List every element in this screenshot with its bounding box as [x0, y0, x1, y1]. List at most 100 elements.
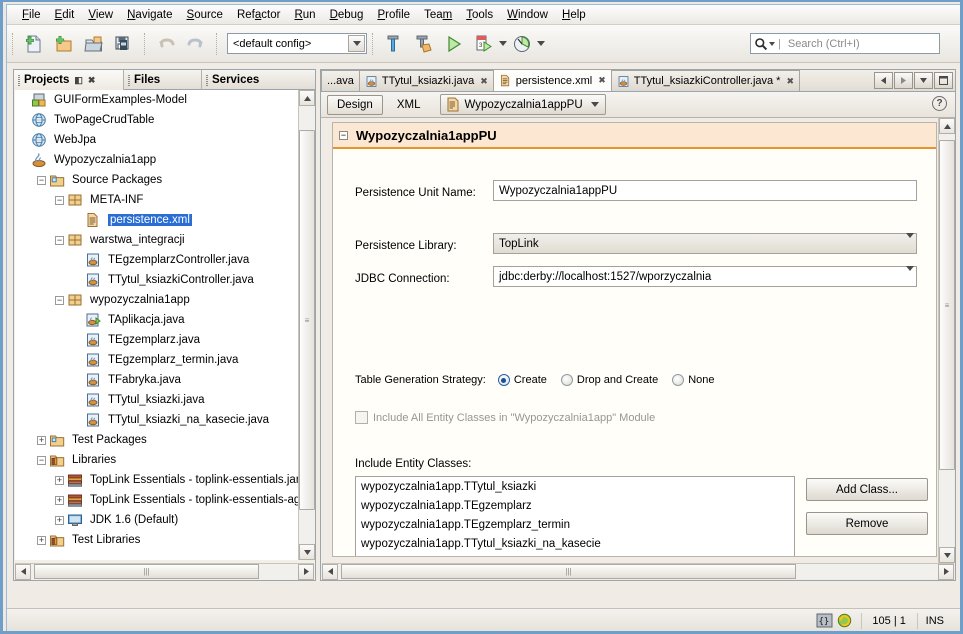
tree-node[interactable]: + Test Libraries	[15, 530, 298, 550]
tree-scroll-thumb[interactable]: ≡	[299, 130, 315, 510]
tree-node[interactable]: TFabryka.java	[15, 370, 298, 390]
menu-profile[interactable]: Profile	[370, 7, 417, 23]
scroll-up-button[interactable]	[939, 118, 955, 134]
config-combo[interactable]: <default config>	[227, 33, 367, 54]
search-input[interactable]: | Search (Ctrl+I)	[750, 33, 940, 54]
radio-drop-and-create[interactable]: Drop and Create	[560, 374, 658, 386]
xml-view-button[interactable]: XML	[387, 95, 431, 115]
redo-icon[interactable]	[182, 30, 210, 58]
menu-team[interactable]: Team	[417, 7, 459, 23]
tree-node[interactable]: + Test Packages	[15, 430, 298, 450]
expand-node-icon[interactable]: +	[55, 515, 64, 525]
menu-file[interactable]: File	[15, 7, 48, 23]
clean-build-icon[interactable]	[410, 30, 438, 58]
collapse-node-icon[interactable]: −	[55, 235, 64, 245]
collapse-node-icon[interactable]: −	[55, 195, 64, 205]
expand-node-icon[interactable]: +	[55, 475, 64, 485]
remove-button[interactable]: Remove	[806, 512, 928, 535]
brace-match-icon[interactable]: {}	[816, 613, 833, 629]
menu-source[interactable]: Source	[180, 7, 230, 23]
profile-dropdown[interactable]	[537, 41, 545, 46]
tree-node[interactable]: TEgzemplarz.java	[15, 330, 298, 350]
editor-hscrollbar[interactable]: |||	[322, 563, 954, 580]
tree-node[interactable]: + TopLink Essentials - toplink-essential…	[15, 470, 298, 490]
persistence-unit-name-input[interactable]: Wypozyczalnia1appPU	[493, 180, 917, 201]
entity-class-item[interactable]: wypozyczalnia1app.TEgzemplarz_termin	[356, 515, 794, 534]
undo-icon[interactable]	[152, 30, 180, 58]
chevron-down-icon[interactable]	[348, 35, 365, 52]
tree-node[interactable]: TTytul_ksiazkiController.java	[15, 270, 298, 290]
refresh-icon[interactable]	[836, 613, 853, 629]
scroll-tabs-left-icon[interactable]	[874, 72, 893, 89]
tree-node[interactable]: − Libraries	[15, 450, 298, 470]
tree-node[interactable]: persistence.xml	[15, 210, 298, 230]
collapse-node-icon[interactable]: −	[37, 175, 46, 185]
help-icon[interactable]: ?	[932, 96, 947, 111]
tree-node[interactable]: TTytul_ksiazki.java	[15, 390, 298, 410]
collapse-node-icon[interactable]: −	[37, 455, 46, 465]
tree-node[interactable]: TAplikacja.java	[15, 310, 298, 330]
radio-create[interactable]: Create	[497, 374, 547, 386]
entity-class-item[interactable]: wypozyczalnia1app.TEgzemplarz	[356, 496, 794, 515]
collapse-node-icon[interactable]: −	[55, 295, 64, 305]
run-icon[interactable]	[440, 30, 468, 58]
scroll-left-button[interactable]	[322, 563, 338, 580]
close-tab-icon[interactable]: ✖	[786, 76, 794, 87]
scroll-down-button[interactable]	[939, 547, 955, 563]
tree-node[interactable]: − warstwa_integracji	[15, 230, 298, 250]
tree-node[interactable]: TTytul_ksiazki_na_kasecie.java	[15, 410, 298, 430]
menu-help[interactable]: Help	[555, 7, 593, 23]
debug-dropdown[interactable]	[499, 41, 507, 46]
close-tab-icon[interactable]: ✖	[598, 75, 606, 86]
add-class-button[interactable]: Add Class...	[806, 478, 928, 501]
menu-debug[interactable]: Debug	[323, 7, 371, 23]
include-all-entity-classes-checkbox[interactable]: Include All Entity Classes in "Wypozycza…	[355, 411, 655, 424]
expand-node-icon[interactable]: +	[37, 435, 46, 445]
tree-node[interactable]: + JDK 1.6 (Default)	[15, 510, 298, 530]
radio-none[interactable]: None	[672, 374, 715, 386]
design-view-button[interactable]: Design	[327, 94, 383, 115]
scroll-down-button[interactable]	[299, 544, 315, 560]
scroll-tabs-right-icon[interactable]	[894, 72, 913, 89]
tree-node[interactable]: + TopLink Essentials - toplink-essential…	[15, 490, 298, 510]
chevron-down-icon[interactable]	[906, 266, 914, 283]
editor-tab[interactable]: TTytul_ksiazki.java ✖	[358, 70, 494, 91]
menu-refactor[interactable]: Refactor	[230, 7, 287, 23]
scroll-right-button[interactable]	[298, 563, 314, 580]
editor-hscroll-thumb[interactable]: |||	[341, 564, 796, 579]
tree-hscroll-thumb[interactable]: |||	[34, 564, 259, 579]
open-project-icon[interactable]	[80, 30, 108, 58]
tree-node[interactable]: − META-INF	[15, 190, 298, 210]
entity-class-item[interactable]: wypozyczalnia1app.TTytul_ksiazki	[356, 477, 794, 496]
minimize-window-icon[interactable]: ◧	[74, 75, 83, 86]
persistence-library-combo[interactable]: TopLink	[493, 233, 917, 254]
save-all-icon[interactable]	[110, 30, 138, 58]
tree-node[interactable]: GUIFormExamples-Model	[15, 90, 298, 110]
scroll-up-button[interactable]	[299, 90, 315, 106]
menu-tools[interactable]: Tools	[459, 7, 500, 23]
entity-class-item[interactable]: wypozyczalnia1app.TTytul_ksiazki_na_kase…	[356, 534, 794, 553]
scroll-right-button[interactable]	[938, 563, 954, 580]
expand-node-icon[interactable]: +	[55, 495, 64, 505]
tree-node[interactable]: TEgzemplarzController.java	[15, 250, 298, 270]
tab-list-dropdown-icon[interactable]	[914, 72, 933, 89]
tree-node[interactable]: − wypozyczalnia1app	[15, 290, 298, 310]
new-project-icon[interactable]	[50, 30, 78, 58]
editor-tab[interactable]: ...ava	[321, 70, 360, 91]
project-tree[interactable]: GUIFormExamples-Model TwoPageCrudTable W…	[15, 90, 298, 560]
new-file-icon[interactable]	[20, 30, 48, 58]
menu-run[interactable]: Run	[287, 7, 322, 23]
close-tab-icon[interactable]: ✖	[480, 76, 488, 87]
scroll-left-button[interactable]	[15, 563, 31, 580]
tree-vscrollbar[interactable]: ≡	[298, 90, 315, 560]
editor-vscrollbar[interactable]: ≡	[938, 118, 955, 563]
editor-tab[interactable]: TTytul_ksiazkiController.java * ✖	[610, 70, 801, 91]
debug-icon[interactable]: 3	[470, 30, 498, 58]
tree-node[interactable]: Wypozyczalnia1app	[15, 150, 298, 170]
tree-node[interactable]: TwoPageCrudTable	[15, 110, 298, 130]
close-window-icon[interactable]: ✖	[88, 75, 96, 86]
collapse-section-icon[interactable]: −	[339, 130, 348, 140]
tree-hscrollbar[interactable]: |||	[15, 563, 314, 580]
menu-window[interactable]: Window	[500, 7, 555, 23]
build-icon[interactable]	[380, 30, 408, 58]
